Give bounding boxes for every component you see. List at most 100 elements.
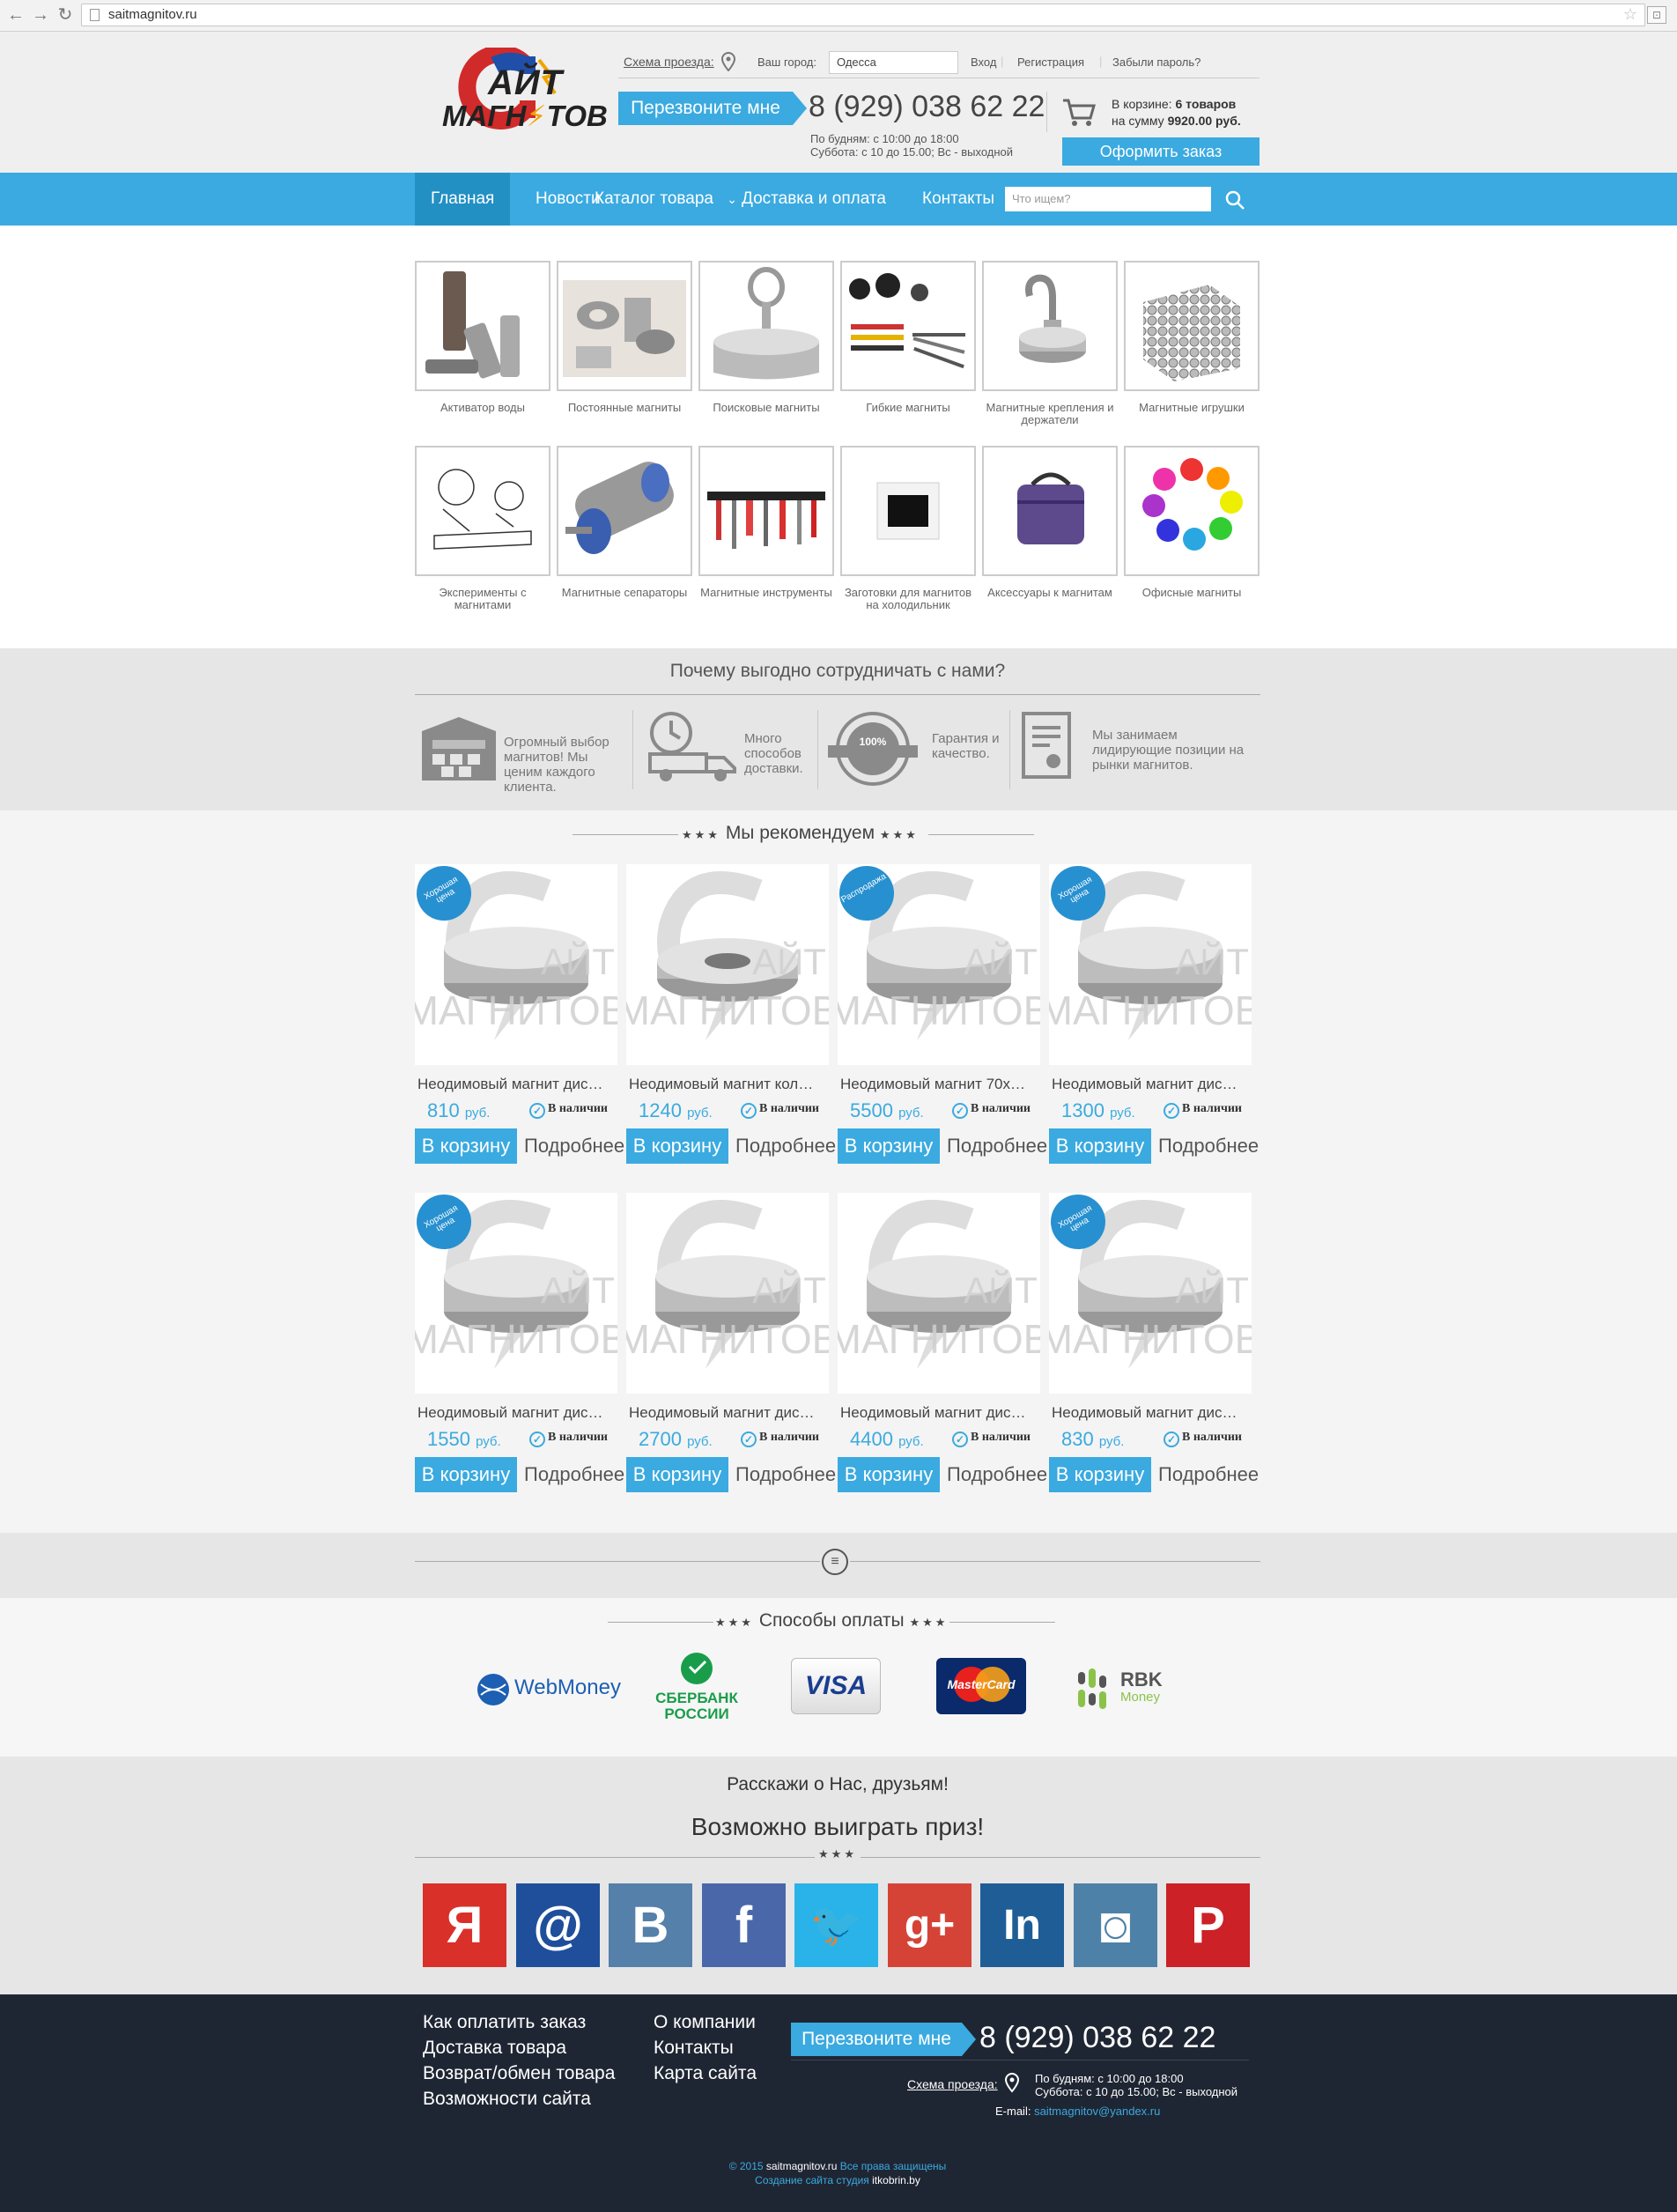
add-to-cart-button[interactable]: В корзину <box>838 1128 940 1164</box>
category-tile-magnetic-holders[interactable] <box>982 261 1118 391</box>
forward-arrow-icon[interactable]: → <box>30 4 51 26</box>
footer-link-about[interactable]: О компании <box>654 2012 756 2033</box>
yandex-share-icon[interactable]: Я <box>423 1883 506 1967</box>
checkout-button[interactable]: Оформить заказ <box>1062 137 1260 166</box>
details-link[interactable]: Подробнее <box>524 1128 624 1164</box>
callback-button[interactable]: Перезвоните мне <box>618 92 807 125</box>
category-tile-permanent-magnets[interactable] <box>557 261 692 391</box>
product-name[interactable]: Неодимовый магнит дис… <box>840 1404 1039 1422</box>
extension-icon[interactable]: ⊡ <box>1647 6 1666 24</box>
search-input[interactable]: Что ищем? <box>1005 187 1211 211</box>
footer-link-delivery[interactable]: Доставка товара <box>423 2038 566 2059</box>
add-to-cart-button[interactable]: В корзину <box>838 1457 940 1492</box>
footer-callback-button[interactable]: Перезвоните мне <box>791 2023 976 2056</box>
product-card[interactable]: АЙТ МАГНИТОВ Неодимовый магнит кол… 1240 ру… <box>626 864 836 1173</box>
add-to-cart-button[interactable]: В корзину <box>626 1457 728 1492</box>
category-label[interactable]: Гибкие магниты <box>840 402 976 414</box>
product-image[interactable]: АЙТ МАГНИТОВ Хорошая цена <box>415 864 617 1065</box>
details-link[interactable]: Подробнее <box>1158 1457 1259 1492</box>
product-name[interactable]: Неодимовый магнит дис… <box>1052 1076 1251 1093</box>
mailru-share-icon[interactable]: @ <box>516 1883 600 1967</box>
details-link[interactable]: Подробнее <box>947 1128 1047 1164</box>
details-link[interactable]: Подробнее <box>735 1457 836 1492</box>
product-name[interactable]: Неодимовый магнит дис… <box>629 1404 828 1422</box>
nav-home[interactable]: Главная <box>415 173 511 226</box>
details-link[interactable]: Подробнее <box>1158 1128 1259 1164</box>
back-arrow-icon[interactable]: ← <box>5 4 26 26</box>
product-image[interactable]: АЙТ МАГНИТОВ <box>626 864 829 1065</box>
footer-link-features[interactable]: Возможности сайта <box>423 2089 591 2110</box>
product-image[interactable]: АЙТ МАГНИТОВ Хорошая цена <box>415 1193 617 1394</box>
category-label[interactable]: Магнитные крепления и держатели <box>982 402 1118 426</box>
details-link[interactable]: Подробнее <box>947 1457 1047 1492</box>
category-tile-flexible-magnets[interactable] <box>840 261 976 391</box>
footer-link-sitemap[interactable]: Карта сайта <box>654 2063 757 2084</box>
product-card[interactable]: АЙТ МАГНИТОВ Распродажа Неодимовый магнит 7… <box>838 864 1047 1173</box>
add-to-cart-button[interactable]: В корзину <box>626 1128 728 1164</box>
address-bar[interactable]: saitmagnitov.ru <box>81 4 1645 26</box>
product-card[interactable]: АЙТ МАГНИТОВ Неодимовый магнит дис… 2700 ру… <box>626 1193 836 1501</box>
footer-route-link[interactable]: Схема проезда: <box>907 2077 998 2091</box>
category-tile-water-activator[interactable] <box>415 261 550 391</box>
product-card[interactable]: АЙТ МАГНИТОВ Неодимовый магнит дис… 4400 ру… <box>838 1193 1047 1501</box>
category-tile-accessories[interactable] <box>982 446 1118 576</box>
bookmark-star-icon[interactable]: ☆ <box>1623 5 1637 24</box>
product-name[interactable]: Неодимовый магнит кол… <box>629 1076 828 1093</box>
forgot-password-link[interactable]: Забыли пароль? <box>1112 55 1200 69</box>
reload-icon[interactable]: ↻ <box>55 4 76 26</box>
category-label[interactable]: Активатор воды <box>415 402 550 414</box>
instagram-share-icon[interactable]: ◙ <box>1074 1883 1157 1967</box>
product-name[interactable]: Неодимовый магнит дис… <box>1052 1404 1251 1422</box>
googleplus-share-icon[interactable]: g+ <box>888 1883 971 1967</box>
twitter-share-icon[interactable]: 🐦 <box>794 1883 878 1967</box>
route-link[interactable]: Схема проезда: <box>624 55 714 69</box>
category-tile-fridge-blanks[interactable] <box>840 446 976 576</box>
city-input[interactable]: Одесса <box>829 51 958 74</box>
pinterest-share-icon[interactable]: P <box>1166 1883 1250 1967</box>
login-link[interactable]: Вход <box>971 55 996 69</box>
linkedin-share-icon[interactable]: In <box>980 1883 1064 1967</box>
product-card[interactable]: АЙТ МАГНИТОВ Хорошая цена Неодимовый магнит… <box>1049 864 1259 1173</box>
product-name[interactable]: Неодимовый магнит дис… <box>417 1404 617 1422</box>
product-card[interactable]: АЙТ МАГНИТОВ Хорошая цена Неодимовый магнит… <box>1049 1193 1259 1501</box>
category-label[interactable]: Офисные магниты <box>1124 587 1260 599</box>
category-label[interactable]: Магнитные сепараторы <box>557 587 692 599</box>
add-to-cart-button[interactable]: В корзину <box>1049 1457 1151 1492</box>
product-image[interactable]: АЙТ МАГНИТОВ Хорошая цена <box>1049 1193 1252 1394</box>
map-pin-icon[interactable] <box>720 52 736 71</box>
product-name[interactable]: Неодимовый магнит дис… <box>417 1076 617 1093</box>
search-icon[interactable] <box>1224 189 1245 211</box>
product-image[interactable]: АЙТ МАГНИТОВ Распродажа <box>838 864 1040 1065</box>
register-link[interactable]: Регистрация <box>1017 55 1084 69</box>
details-link[interactable]: Подробнее <box>524 1457 624 1492</box>
category-label[interactable]: Магнитные инструменты <box>698 587 834 599</box>
cart-icon[interactable] <box>1061 97 1097 129</box>
footer-link-payment[interactable]: Как оплатить заказ <box>423 2012 586 2033</box>
product-card[interactable]: АЙТ МАГНИТОВ Хорошая цена Неодимовый магнит… <box>415 1193 624 1501</box>
product-name[interactable]: Неодимовый магнит 70х… <box>840 1076 1039 1093</box>
add-to-cart-button[interactable]: В корзину <box>1049 1128 1151 1164</box>
nav-contacts[interactable]: Контакты <box>906 173 1010 226</box>
nav-delivery[interactable]: Доставка и оплата <box>726 173 902 226</box>
category-label[interactable]: Магнитные игрушки <box>1124 402 1260 414</box>
product-image[interactable]: АЙТ МАГНИТОВ Хорошая цена <box>1049 864 1252 1065</box>
footer-link-contacts[interactable]: Контакты <box>654 2038 734 2059</box>
footer-link-returns[interactable]: Возврат/обмен товара <box>423 2063 615 2084</box>
category-label[interactable]: Постоянные магниты <box>557 402 692 414</box>
add-to-cart-button[interactable]: В корзину <box>415 1457 517 1492</box>
category-tile-experiments[interactable] <box>415 446 550 576</box>
product-image[interactable]: АЙТ МАГНИТОВ <box>626 1193 829 1394</box>
category-label[interactable]: Поисковые магниты <box>698 402 834 414</box>
map-pin-icon[interactable] <box>1004 2072 1020 2093</box>
vk-share-icon[interactable]: B <box>609 1883 692 1967</box>
menu-toggle-icon[interactable]: ≡ <box>822 1549 848 1575</box>
site-logo[interactable]: АЙТ МАГН⚡ТОВ <box>442 48 608 157</box>
category-label[interactable]: Аксессуары к магнитам <box>982 587 1118 599</box>
category-tile-search-magnets[interactable] <box>698 261 834 391</box>
add-to-cart-button[interactable]: В корзину <box>415 1128 517 1164</box>
category-label[interactable]: Эксперименты с магнитами <box>415 587 550 611</box>
facebook-share-icon[interactable]: f <box>702 1883 786 1967</box>
product-image[interactable]: АЙТ МАГНИТОВ <box>838 1193 1040 1394</box>
category-label[interactable]: Заготовки для магнитов на холодильник <box>840 587 976 611</box>
category-tile-tools[interactable] <box>698 446 834 576</box>
